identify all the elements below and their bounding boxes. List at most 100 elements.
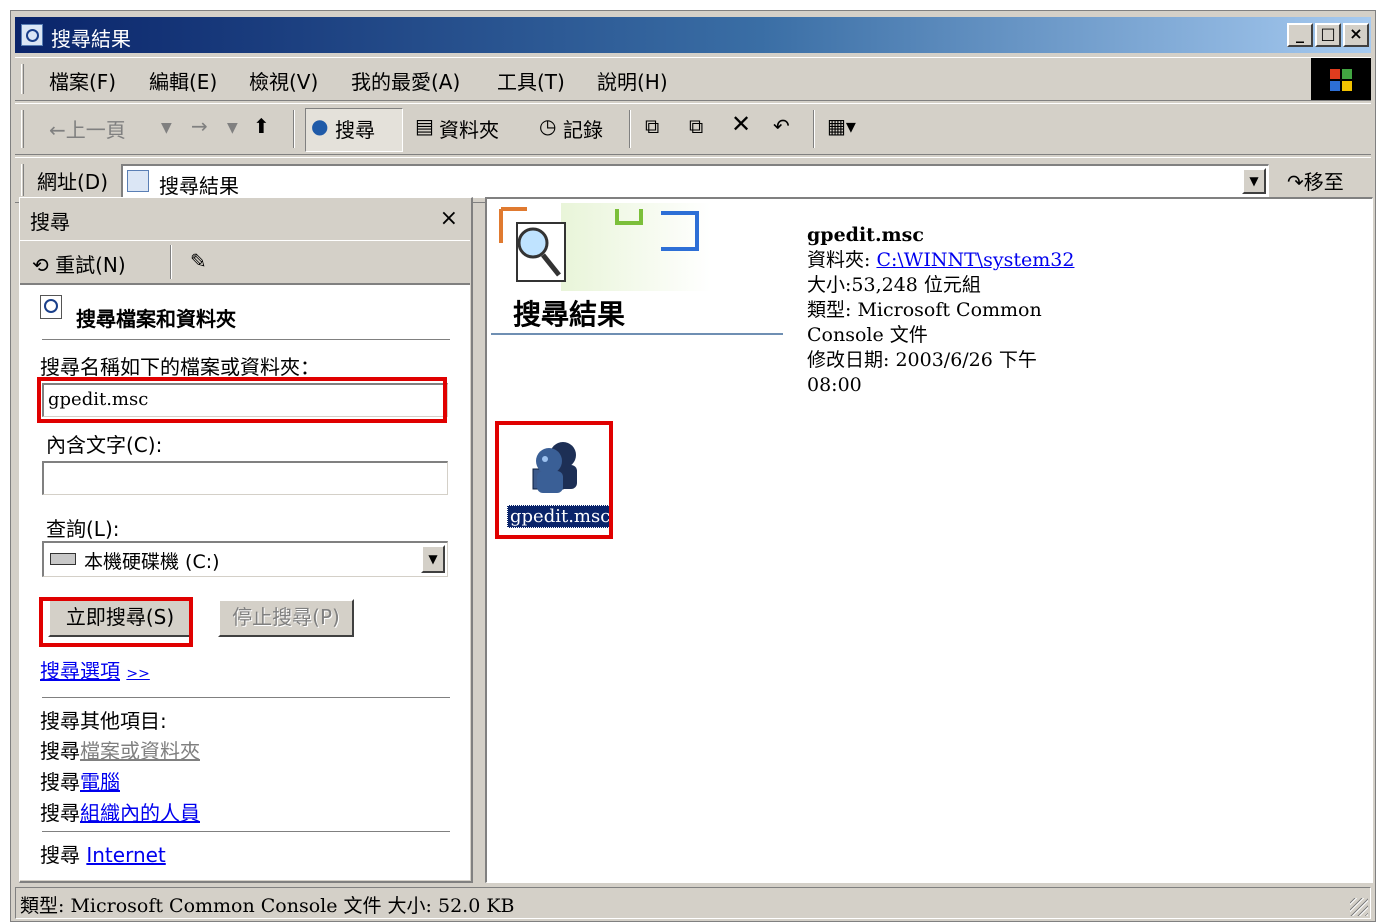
- menu-help[interactable]: 說明(H): [597, 66, 668, 95]
- maximize-button[interactable]: □: [1315, 23, 1341, 47]
- hard-drive-icon: [50, 553, 76, 565]
- divider: [42, 697, 450, 699]
- computers-link[interactable]: 電腦: [80, 770, 120, 794]
- forward-dropdown-icon[interactable]: ▼: [227, 120, 238, 136]
- results-title: 搜尋結果: [513, 298, 626, 331]
- other-items-label: 搜尋其他項目:: [40, 709, 167, 733]
- go-button[interactable]: ↷移至: [1287, 166, 1344, 195]
- info-type-line2: Console 文件: [807, 324, 928, 346]
- info-type-line1: 類型: Microsoft Common: [807, 299, 1042, 321]
- address-input[interactable]: 搜尋結果 ▼: [121, 164, 1269, 198]
- explorer-window: 搜尋結果 _ □ × 檔案(F) 編輯(E) 檢視(V) 我的最愛(A) 工具(…: [10, 10, 1376, 922]
- other-item-prefix: 搜尋: [40, 801, 80, 825]
- look-in-select[interactable]: 本機硬碟機 (C:) ▼: [42, 541, 448, 577]
- other-item-prefix: 搜尋: [40, 739, 80, 763]
- forward-button[interactable]: →: [191, 114, 208, 138]
- toolbar-separator: [629, 110, 631, 148]
- close-button[interactable]: ×: [1343, 23, 1369, 47]
- status-bar: 類型: Microsoft Common Console 文件 大小: 52.0…: [15, 887, 1371, 919]
- search-options-link[interactable]: 搜尋選項 >>: [40, 655, 150, 684]
- section-title: 搜尋檔案和資料夾: [76, 307, 236, 331]
- other-item-prefix: 搜尋: [40, 770, 80, 794]
- address-grip[interactable]: [21, 164, 24, 196]
- containing-text-input[interactable]: [42, 461, 448, 495]
- title-bar[interactable]: 搜尋結果 _ □ ×: [15, 17, 1371, 53]
- search-companion-icon[interactable]: ✎: [190, 249, 207, 273]
- window-title: 搜尋結果: [51, 27, 131, 51]
- views-icon[interactable]: ▦▾: [827, 114, 856, 138]
- folders-icon: ▤: [415, 114, 434, 138]
- results-title-underline: [491, 333, 783, 335]
- info-size: 大小:53,248 位元組: [807, 274, 981, 296]
- people-link[interactable]: 組織內的人員: [80, 801, 200, 825]
- info-folder-label: 資料夾:: [807, 249, 871, 271]
- menu-favorites[interactable]: 我的最愛(A): [351, 66, 460, 95]
- back-button[interactable]: ←上一頁: [49, 114, 126, 143]
- delete-icon[interactable]: ✕: [731, 110, 751, 138]
- search-options-text: 搜尋選項: [40, 659, 120, 683]
- move-to-icon[interactable]: ⧉: [645, 114, 659, 138]
- pane-separator: [170, 245, 172, 279]
- info-file-name: gpedit.msc: [807, 224, 924, 246]
- history-icon: ◷: [539, 114, 557, 138]
- close-pane-icon[interactable]: ×: [440, 206, 458, 231]
- other-item-people[interactable]: 搜尋組織內的人員: [40, 797, 200, 826]
- menu-bar: 檔案(F) 編輯(E) 檢視(V) 我的最愛(A) 工具(T) 說明(H): [15, 57, 1371, 101]
- look-in-dropdown-icon[interactable]: ▼: [421, 545, 445, 573]
- up-folder-icon[interactable]: ⬆: [253, 114, 270, 138]
- search-pane-toolbar: ⟲ 重試(N) ✎: [20, 240, 470, 284]
- menu-edit[interactable]: 編輯(E): [149, 66, 217, 95]
- address-label: 網址(D): [37, 170, 109, 194]
- highlight-search-now-button: [39, 597, 193, 647]
- menu-file[interactable]: 檔案(F): [49, 66, 116, 95]
- internet-link[interactable]: Internet: [86, 843, 165, 867]
- retry-icon: ⟲: [32, 253, 56, 277]
- other-item-files[interactable]: 搜尋檔案或資料夾: [40, 735, 200, 764]
- search-pane-title: 搜尋: [30, 210, 70, 234]
- address-dropdown-icon[interactable]: ▼: [1242, 168, 1266, 194]
- toolbar-grip[interactable]: [21, 110, 24, 148]
- history-button[interactable]: 記錄: [563, 114, 603, 143]
- back-dropdown-icon[interactable]: ▼: [161, 120, 172, 136]
- menu-view[interactable]: 檢視(V): [249, 66, 318, 95]
- toolbar-separator: [293, 110, 295, 148]
- search-results-icon: [127, 170, 149, 192]
- windows-logo-icon: [1311, 58, 1371, 100]
- results-pane: 搜尋結果 gpedit.msc 資料夾: C:\WINNT\system32 大…: [485, 197, 1373, 883]
- info-folder-row: 資料夾: C:\WINNT\system32: [807, 248, 1074, 273]
- search-file-icon: [40, 295, 62, 319]
- undo-icon[interactable]: ↶: [773, 114, 790, 138]
- other-item-computers[interactable]: 搜尋電腦: [40, 766, 120, 795]
- divider: [42, 831, 450, 833]
- folders-button[interactable]: 資料夾: [439, 114, 499, 143]
- files-folders-link[interactable]: 檔案或資料夾: [80, 739, 200, 763]
- search-globe-icon: ●: [311, 114, 329, 138]
- menu-grip[interactable]: [21, 64, 24, 94]
- search-button[interactable]: 搜尋: [335, 114, 375, 143]
- search-options-arrow: >>: [126, 666, 150, 682]
- retry-button[interactable]: ⟲ 重試(N): [32, 249, 126, 278]
- copy-to-icon[interactable]: ⧉: [689, 114, 703, 138]
- highlight-name-input: [37, 377, 447, 423]
- go-label: 移至: [1303, 170, 1344, 194]
- folder-path-link[interactable]: C:\WINNT\system32: [876, 249, 1074, 271]
- address-value: 搜尋結果: [159, 174, 239, 198]
- search-pane-header: 搜尋 ×: [20, 198, 470, 240]
- retry-label: 重試(N): [55, 253, 126, 277]
- toolbar-separator: [813, 110, 815, 148]
- look-in-value: 本機硬碟機 (C:): [84, 551, 220, 573]
- highlight-result-item: [495, 421, 613, 539]
- standard-toolbar: ←上一頁 ▼ → ▼ ⬆ ● 搜尋 ▤ 資料夾 ◷ 記錄 ⧉ ⧉ ✕ ↶ ▦▾: [15, 103, 1371, 155]
- menu-tools[interactable]: 工具(T): [497, 66, 565, 95]
- search-pane: 搜尋 × ⟲ 重試(N) ✎ 搜尋檔案和資料夾 搜尋名稱如下的檔案或資料夾： g…: [19, 197, 473, 883]
- resize-grip[interactable]: [1350, 898, 1368, 916]
- look-in-label: 查詢(L):: [46, 517, 120, 541]
- name-label: 搜尋名稱如下的檔案或資料夾：: [40, 355, 320, 379]
- minimize-button[interactable]: _: [1287, 23, 1313, 47]
- stop-search-button[interactable]: 停止搜尋(P): [218, 599, 354, 637]
- go-arrow-icon: ↷: [1287, 170, 1304, 194]
- search-results-icon: [21, 24, 43, 46]
- other-item-prefix: 搜尋: [40, 843, 80, 867]
- other-item-internet[interactable]: 搜尋 Internet: [40, 839, 166, 868]
- info-modified-line1: 修改日期: 2003/6/26 下午: [807, 349, 1037, 371]
